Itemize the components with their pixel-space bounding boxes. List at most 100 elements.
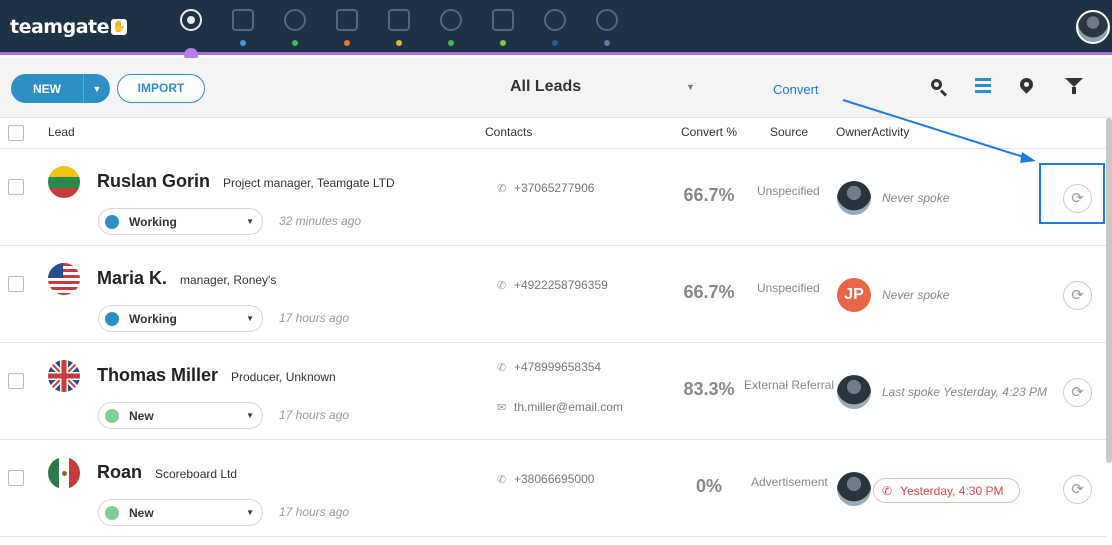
- status-label: Working: [129, 312, 177, 326]
- top-navigation: teamgate ✋: [0, 0, 1112, 62]
- nav-chat[interactable]: [425, 6, 477, 50]
- time-ago: 17 hours ago: [279, 505, 350, 519]
- contact-phone[interactable]: ✆ +38066695000: [497, 472, 594, 486]
- contact-phone[interactable]: ✆ +478999658354: [497, 360, 601, 374]
- activity: Never spoke: [882, 288, 950, 302]
- activity-call-badge[interactable]: ✆ Yesterday, 4:30 PM: [873, 478, 1020, 503]
- list-view-icon[interactable]: [975, 78, 993, 96]
- briefcase-icon: [336, 9, 358, 31]
- row-checkbox[interactable]: [8, 373, 24, 389]
- convert-button[interactable]: ⟳: [1063, 378, 1092, 407]
- new-button[interactable]: NEW ▼: [11, 74, 110, 103]
- status-label: New: [129, 506, 154, 520]
- nav-calendar[interactable]: [373, 6, 425, 50]
- envelope-icon: ✉: [497, 401, 507, 414]
- status-label: Working: [129, 215, 177, 229]
- refresh-icon: ⟳: [1071, 287, 1084, 304]
- nav-dot: [396, 40, 402, 46]
- calendar-icon: [388, 9, 410, 31]
- search-icon[interactable]: [930, 78, 948, 97]
- pie-chart-icon: [596, 9, 618, 31]
- lead-name[interactable]: Roan: [97, 462, 142, 483]
- contact-phone[interactable]: ✆ +4922258796359: [497, 278, 608, 292]
- table-row[interactable]: Ruslan Gorin Project manager, Teamgate L…: [0, 149, 1106, 246]
- status-dot: [105, 506, 119, 520]
- row-checkbox[interactable]: [8, 179, 24, 195]
- nav-dot: [500, 40, 506, 46]
- scrollbar[interactable]: [1106, 118, 1112, 463]
- import-button[interactable]: IMPORT: [117, 74, 205, 103]
- nav-analytics[interactable]: [581, 6, 633, 50]
- building-icon: [232, 9, 254, 31]
- chevron-down-icon[interactable]: ▼: [686, 82, 695, 92]
- app-logo[interactable]: teamgate ✋: [10, 16, 127, 38]
- lithuania-flag-icon: [48, 166, 80, 198]
- header-convert[interactable]: Convert %: [681, 125, 737, 139]
- header-lead[interactable]: Lead: [48, 125, 75, 139]
- select-all-checkbox[interactable]: [8, 125, 24, 141]
- phone-icon: ✆: [497, 182, 507, 195]
- status-dropdown[interactable]: New ▼: [98, 499, 263, 526]
- refresh-icon: ⟳: [1071, 481, 1084, 498]
- lead-name[interactable]: Ruslan Gorin: [97, 171, 210, 192]
- filter-icon[interactable]: [1065, 78, 1083, 96]
- view-selector[interactable]: All Leads: [510, 78, 581, 96]
- owner-avatar[interactable]: [837, 472, 871, 506]
- chevron-down-icon[interactable]: ▼: [84, 84, 110, 94]
- nav-contacts[interactable]: [269, 6, 321, 50]
- nav-dot: [448, 40, 454, 46]
- module-nav: [165, 6, 633, 62]
- status-dot: [105, 409, 119, 423]
- lead-name[interactable]: Maria K.: [97, 268, 167, 289]
- nav-documents[interactable]: [477, 6, 529, 50]
- chevron-down-icon: ▼: [246, 314, 254, 323]
- owner-avatar[interactable]: [837, 181, 871, 215]
- email-address: th.miller@email.com: [514, 400, 623, 414]
- owner-avatar[interactable]: JP: [837, 278, 871, 312]
- refresh-icon: ⟳: [1071, 384, 1084, 401]
- activity-text: Yesterday, 4:30 PM: [900, 483, 1004, 498]
- convert-percent: 0%: [695, 476, 722, 496]
- table-row[interactable]: Thomas Miller Producer, Unknown New ▼ 17…: [0, 343, 1106, 440]
- nav-companies[interactable]: [217, 6, 269, 50]
- documents-icon: [492, 9, 514, 31]
- contact-email[interactable]: ✉ th.miller@email.com: [497, 400, 623, 414]
- nav-reports[interactable]: [529, 6, 581, 50]
- status-dropdown[interactable]: New ▼: [98, 402, 263, 429]
- table-row[interactable]: Roan Scoreboard Ltd New ▼ 17 hours ago ✆…: [0, 440, 1106, 537]
- lead-title: Producer, Unknown: [231, 370, 336, 384]
- nav-leads[interactable]: [165, 6, 217, 62]
- time-ago: 32 minutes ago: [279, 214, 362, 228]
- user-avatar[interactable]: [1076, 10, 1110, 44]
- lead-title: Project manager, Teamgate LTD: [223, 176, 395, 190]
- lead-name[interactable]: Thomas Miller: [97, 365, 218, 386]
- header-source[interactable]: Source: [770, 125, 808, 139]
- phone-number: +4922258796359: [514, 278, 608, 292]
- nav-dot: [292, 40, 298, 46]
- nav-deals[interactable]: [321, 6, 373, 50]
- hand-logo-icon: ✋: [110, 19, 127, 35]
- convert-button[interactable]: ⟳: [1063, 184, 1092, 213]
- chevron-down-icon: ▼: [246, 217, 254, 226]
- table-row[interactable]: Maria K. manager, Roney's Working ▼ 17 h…: [0, 246, 1106, 343]
- row-checkbox[interactable]: [8, 276, 24, 292]
- convert-button[interactable]: ⟳: [1063, 281, 1092, 310]
- owner-avatar[interactable]: [837, 375, 871, 409]
- pie-chart-icon: [544, 9, 566, 31]
- phone-number: +38066695000: [514, 472, 595, 486]
- row-checkbox[interactable]: [8, 470, 24, 486]
- target-icon: [180, 9, 202, 31]
- status-dropdown[interactable]: Working ▼: [98, 305, 263, 332]
- header-owner-activity[interactable]: OwnerActivity: [836, 125, 909, 139]
- phone-number: +478999658354: [514, 360, 602, 374]
- map-pin-icon[interactable]: [1017, 75, 1038, 96]
- contact-phone[interactable]: ✆ +37065277906: [497, 181, 594, 195]
- phone-icon: ✆: [882, 483, 893, 498]
- header-contacts[interactable]: Contacts: [485, 125, 532, 139]
- convert-annotation: Convert: [773, 82, 819, 97]
- convert-button[interactable]: ⟳: [1063, 475, 1092, 504]
- uk-flag-icon: [48, 360, 80, 392]
- chevron-down-icon: ▼: [246, 411, 254, 420]
- convert-percent: 83.3%: [683, 379, 735, 399]
- status-dropdown[interactable]: Working ▼: [98, 208, 263, 235]
